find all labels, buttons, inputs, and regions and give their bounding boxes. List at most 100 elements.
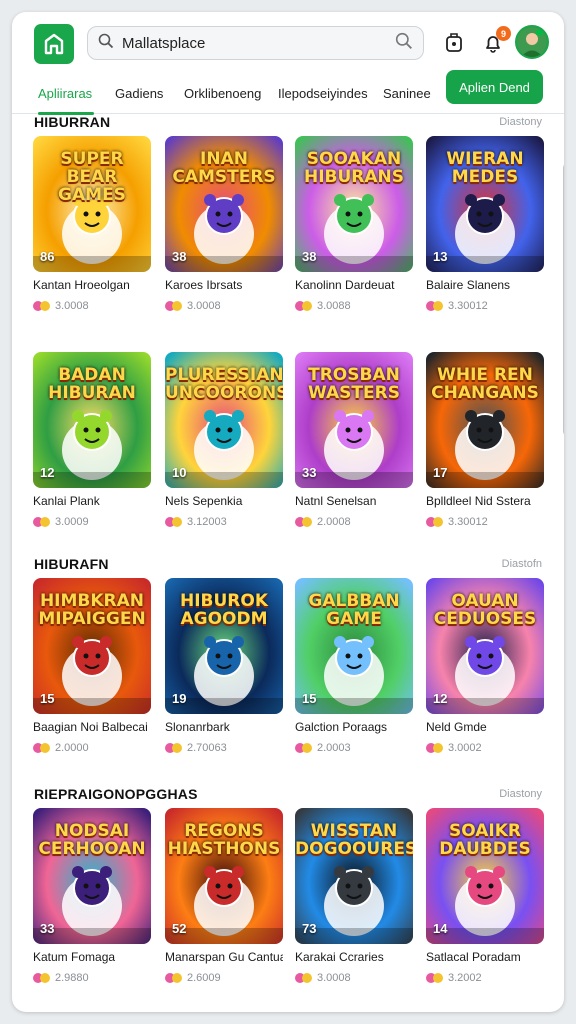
tab-ilepodseiyindes[interactable]: Ilepodseiyindes [278,86,368,101]
game-card[interactable]: SOAIKR DAUBDES 14 Satlacal Poradam 3.2002 [426,808,544,984]
section-see-all-link[interactable]: Diastony [499,788,542,800]
artwork-title: SOOAKAN HIBURANS [303,149,405,187]
tab-gadiens[interactable]: Gadiens [115,86,163,101]
rank-badge: 38 [172,249,187,264]
game-thumbnail[interactable]: TROSBAN WASTERS 33 [295,352,413,488]
search-input[interactable] [122,34,395,52]
search-icon [98,33,114,54]
game-name[interactable]: Kanlai Plank [33,494,151,508]
section-see-all-link[interactable]: Diastofn [502,558,542,570]
game-meta-value: 3.30012 [448,516,488,528]
rank-badge: 38 [302,249,317,264]
game-thumbnail[interactable]: SUPER BEAR GAMES 86 [33,136,151,272]
artwork-title: HIMBKRAN MIPAIGGEN [38,591,146,629]
search-submit-icon[interactable] [395,32,413,55]
game-name[interactable]: Kantan Hroeolgan [33,278,151,292]
game-card[interactable]: GALBBAN GAME 15 Galction Poraags 2.0003 [295,578,413,754]
tab-apliiraras[interactable]: Apliiraras [38,86,92,101]
app-window: 9 Apliiraras Gadiens Orklibenoeng Ilepod… [12,12,564,1012]
search-bar[interactable] [87,26,424,60]
game-name[interactable]: Satlacal Poradam [426,950,544,964]
game-name[interactable]: Natnl Senelsan [295,494,413,508]
artwork-title: BADAN HIBURAN [48,365,136,403]
game-thumbnail[interactable]: HIMBKRAN MIPAIGGEN 15 [33,578,151,714]
rank-badge: 10 [172,465,187,480]
game-meta-value: 3.0008 [317,972,351,984]
artwork-title: REGONS HIASTHONS [167,821,281,859]
game-name[interactable]: Slonanrbark [165,720,283,734]
scrollbar[interactable] [563,162,564,437]
game-meta: 2.70063 [165,742,283,754]
artwork-title: TROSBAN WASTERS [308,365,400,403]
game-card[interactable]: TROSBAN WASTERS 33 Natnl Senelsan 2.0008 [295,352,413,528]
game-card[interactable]: PLURESSIAN UNCOORONS 10 Nels Sepenkia 3.1200… [165,352,283,528]
coins-icon [33,973,51,983]
game-card[interactable]: INAN CAMSTERS 38 Karoes Ibrsats 3.0008 [165,136,283,312]
game-meta: 2.0003 [295,742,413,754]
game-card[interactable]: WHIE REN CHANGANS 17 Bplldleel Nid Sstera 3.… [426,352,544,528]
game-name[interactable]: Balaire Slanens [426,278,544,292]
game-thumbnail[interactable]: REGONS HIASTHONS 52 [165,808,283,944]
coins-icon [33,743,51,753]
game-card[interactable]: HIMBKRAN MIPAIGGEN 15 Baagian Noi Balbecai 2… [33,578,151,754]
game-card[interactable]: WIERAN MEDES 13 Balaire Slanens 3.30012 [426,136,544,312]
game-thumbnail[interactable]: WISSTAN DOGOOURES 73 [295,808,413,944]
game-name[interactable]: Baagian Noi Balbecai [33,720,151,734]
coins-icon [426,743,444,753]
game-name[interactable]: Karakai Ccraries [295,950,413,964]
game-card[interactable]: BADAN HIBURAN 12 Kanlai Plank 3.0009 [33,352,151,528]
game-thumbnail[interactable]: OAUAN CEDUOSES 12 [426,578,544,714]
game-card[interactable]: SOOAKAN HIBURANS 38 Kanolinn Dardeuat 3.0088 [295,136,413,312]
game-meta: 3.0002 [426,742,544,754]
game-thumbnail[interactable]: SOAIKR DAUBDES 14 [426,808,544,944]
game-meta: 2.0000 [33,742,151,754]
game-card[interactable]: WISSTAN DOGOOURES 73 Karakai Ccraries 3.0008 [295,808,413,984]
game-thumbnail[interactable]: NODSAI CERHOOAN 33 [33,808,151,944]
top-bar: 9 [12,12,564,72]
game-thumbnail[interactable]: WIERAN MEDES 13 [426,136,544,272]
game-thumbnail[interactable]: SOOAKAN HIBURANS 38 [295,136,413,272]
avatar[interactable] [515,25,549,59]
store-logo-icon[interactable] [34,24,74,64]
rank-badge: 73 [302,921,317,936]
game-name[interactable]: Bplldleel Nid Sstera [426,494,544,508]
game-card[interactable]: NODSAI CERHOOAN 33 Katum Fomaga 2.9880 [33,808,151,984]
game-card[interactable]: OAUAN CEDUOSES 12 Neld Gmde 3.0002 [426,578,544,754]
game-name[interactable]: Galction Poraags [295,720,413,734]
coins-icon [33,301,51,311]
section-see-all-link[interactable]: Diastony [499,116,542,128]
artwork-title: SUPER BEAR GAMES [58,149,126,205]
game-thumbnail[interactable]: GALBBAN GAME 15 [295,578,413,714]
game-meta-value: 2.70063 [187,742,227,754]
tab-orklibenoeng[interactable]: Orklibenoeng [184,86,261,101]
game-name[interactable]: Nels Sepenkia [165,494,283,508]
coins-icon [33,517,51,527]
game-card[interactable]: REGONS HIASTHONS 52 Manarspan Gu Cantua 2.60… [165,808,283,984]
game-thumbnail[interactable]: WHIE REN CHANGANS 17 [426,352,544,488]
coins-icon [165,973,183,983]
game-thumbnail[interactable]: INAN CAMSTERS 38 [165,136,283,272]
game-meta-value: 3.0088 [317,300,351,312]
game-name[interactable]: Karoes Ibrsats [165,278,283,292]
wallet-icon[interactable] [441,30,467,56]
game-thumbnail[interactable]: HIBUROK AGOODM 19 [165,578,283,714]
artwork-title: WHIE REN CHANGANS [431,365,539,403]
game-card[interactable]: SUPER BEAR GAMES 86 Kantan Hroeolgan 3.0008 [33,136,151,312]
aplien-dend-button[interactable]: Aplien Dend [446,70,543,104]
game-thumbnail[interactable]: BADAN HIBURAN 12 [33,352,151,488]
game-name[interactable]: Katum Fomaga [33,950,151,964]
coins-icon [295,301,313,311]
tab-saninee[interactable]: Saninee [383,86,431,101]
game-name[interactable]: Neld Gmde [426,720,544,734]
coins-icon [426,973,444,983]
game-name[interactable]: Kanolinn Dardeuat [295,278,413,292]
game-meta-value: 3.0002 [448,742,482,754]
game-meta-value: 3.12003 [187,516,227,528]
game-name[interactable]: Manarspan Gu Cantua [165,950,283,964]
rank-badge: 15 [302,691,317,706]
section-title: HIBURRAN [34,114,111,130]
game-thumbnail[interactable]: PLURESSIAN UNCOORONS 10 [165,352,283,488]
notification-bell-icon[interactable]: 9 [480,26,511,56]
game-card[interactable]: HIBUROK AGOODM 19 Slonanrbark 2.70063 [165,578,283,754]
notification-badge: 9 [496,26,511,41]
